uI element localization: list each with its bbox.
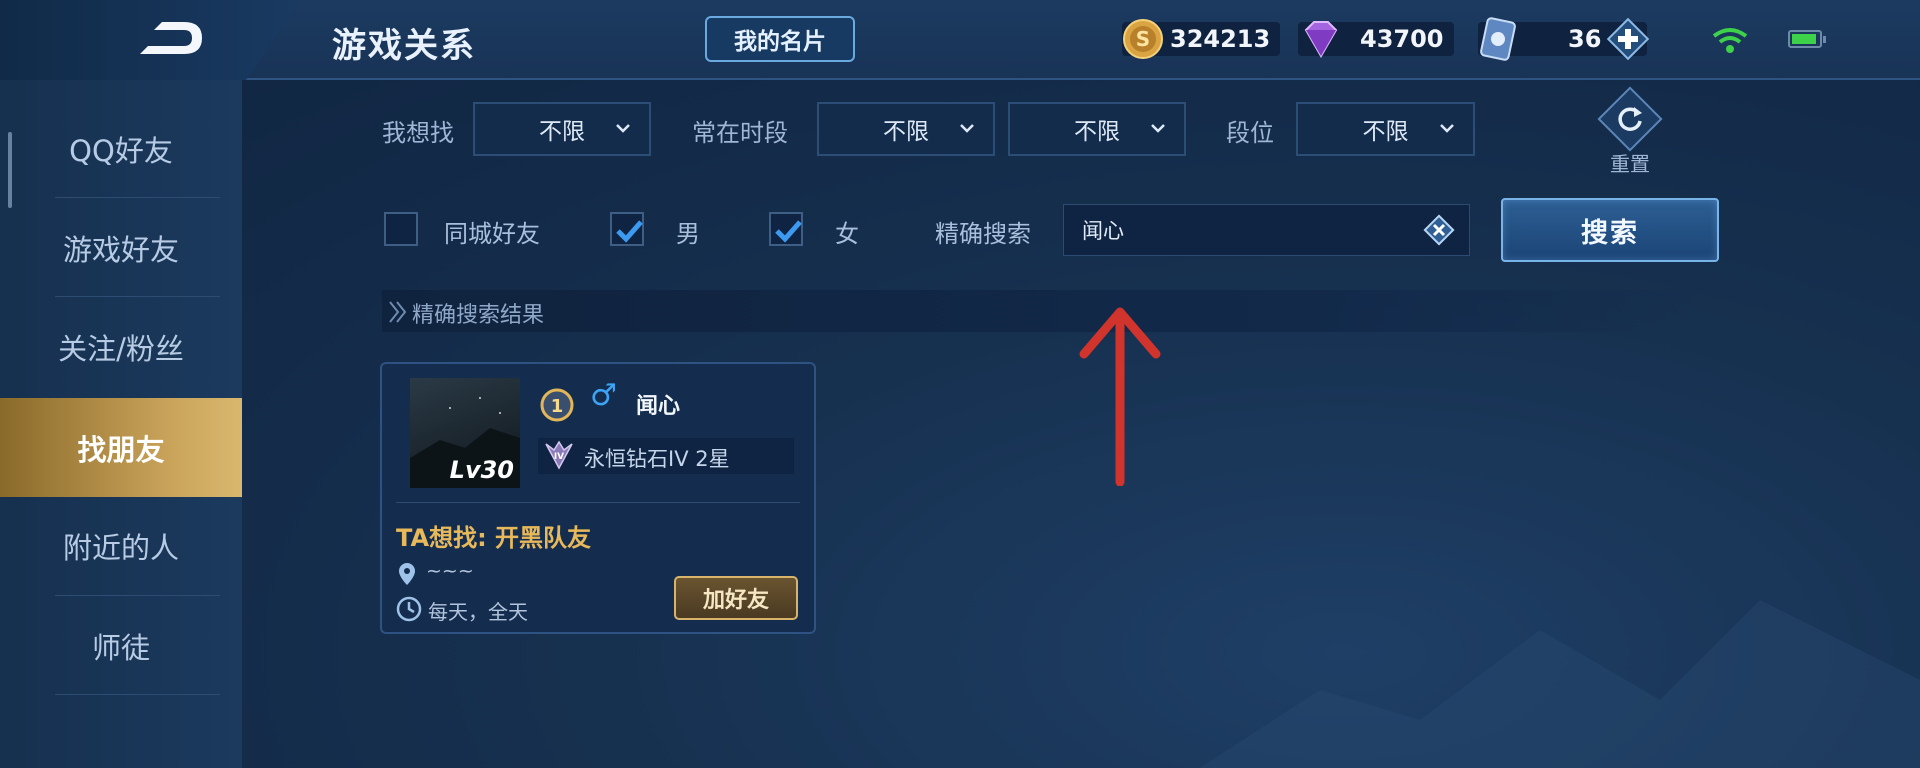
search-input[interactable]: 闻心 [1063,204,1470,256]
clock-icon [396,596,422,622]
chevron-down-icon [1440,124,1454,133]
divider [55,595,220,596]
svg-text:S: S [1136,27,1150,51]
diamond-icon [1304,21,1338,59]
rank-dropdown[interactable]: 不限 [1296,102,1475,156]
check-icon [616,220,643,243]
sidebar-item-mentor[interactable]: 师徒 [0,597,242,695]
time-label: 常在时段 [692,119,788,147]
wants-line: TA想找: 开黑队友 [396,524,592,552]
exact-search-label: 精确搜索 [935,220,1031,248]
sidebar-item-find-friends[interactable]: 找朋友 [0,398,242,497]
chevron-down-icon [1151,124,1165,133]
diamond-counter: 43700 [1298,18,1454,60]
add-friend-button[interactable]: 加好友 [674,576,798,620]
gold-coin-icon: S [1123,19,1163,59]
sidebar-item-follow-fans[interactable]: 关注/粉丝 [0,298,242,396]
rank-label: 段位 [1226,119,1274,147]
looking-for-value: 不限 [539,119,585,145]
rank-badge-icon: 1 [540,388,574,422]
sidebar-item-qq-friends[interactable]: QQ好友 [0,100,242,198]
search-button[interactable]: 搜索 [1501,198,1719,262]
my-card-button[interactable]: 我的名片 [705,16,855,62]
location-pin-icon [399,563,415,585]
divider [55,197,220,198]
ticket-amount: 36 [1568,25,1602,53]
player-level: Lv30 [449,456,514,484]
diamond-amount: 43700 [1360,25,1444,53]
player-result-card[interactable]: Lv30 1 ♂ 闻心 IV 永恒钻石IV 2星 TA想找: 开黑队友 ~~~ … [380,362,816,634]
female-checkbox[interactable] [769,212,803,246]
time-value-2: 不限 [1074,119,1120,145]
page-title: 游戏关系 [332,26,476,66]
rank-value: 不限 [1362,119,1409,145]
sidebar: QQ好友 游戏好友 关注/粉丝 找朋友 附近的人 师徒 [0,80,242,768]
ticket-counter: 36 [1478,17,1650,61]
gold-counter: S 324213 [1122,18,1298,60]
chevron-down-icon [616,124,630,133]
same-city-checkbox[interactable] [384,212,418,246]
time-value-1: 不限 [883,119,929,145]
time-dropdown-start[interactable]: 不限 [817,102,995,156]
annotation-arrow-icon [1079,307,1161,486]
divider [396,502,800,503]
add-currency-icon[interactable] [1606,17,1650,61]
chevron-down-icon [960,124,974,133]
clear-icon[interactable] [1421,212,1457,248]
location-text: ~~~ [426,560,474,582]
divider [55,694,220,695]
sidebar-item-game-friends[interactable]: 游戏好友 [0,199,242,297]
male-checkbox[interactable] [610,212,644,246]
wifi-icon [1712,28,1748,53]
gold-amount: 324213 [1170,25,1271,53]
reset-button[interactable]: 重置 [1585,86,1675,177]
divider [55,296,220,297]
male-gender-icon: ♂ [590,378,617,413]
wants-label: TA想找 [396,524,478,552]
time-dropdown-end[interactable]: 不限 [1008,102,1186,156]
ticket-icon [1480,17,1516,61]
male-label: 男 [676,220,700,248]
battery-icon [1788,30,1826,48]
rank-icon-text: IV [554,452,564,462]
player-name: 闻心 [636,394,681,419]
chevron-right-icon [389,301,407,323]
avatar[interactable]: Lv30 [410,378,520,488]
player-rank: IV 永恒钻石IV 2星 [538,438,794,474]
search-input-value: 闻心 [1082,219,1124,243]
looking-for-dropdown[interactable]: 不限 [473,102,651,156]
schedule-text: 每天，全天 [428,600,528,624]
diamond-rank-icon: IV [545,440,573,470]
results-section-header: 精确搜索结果 [382,290,1700,332]
rank-number: 1 [551,396,564,417]
reset-label: 重置 [1610,152,1650,176]
back-button[interactable] [0,0,300,80]
rank-text: 永恒钻石IV 2星 [584,447,730,471]
top-bar: 游戏关系 我的名片 S 324213 43700 36 [0,0,1920,80]
background-mountains [1200,600,1920,768]
sidebar-item-nearby[interactable]: 附近的人 [0,497,242,595]
check-icon [775,220,802,243]
refresh-icon [1618,107,1642,131]
results-section-title: 精确搜索结果 [412,303,545,328]
wants-value: 开黑队友 [495,524,592,552]
looking-for-label: 我想找 [382,119,454,147]
female-label: 女 [835,220,859,248]
same-city-label: 同城好友 [444,220,540,248]
back-arrow-icon [140,22,202,54]
